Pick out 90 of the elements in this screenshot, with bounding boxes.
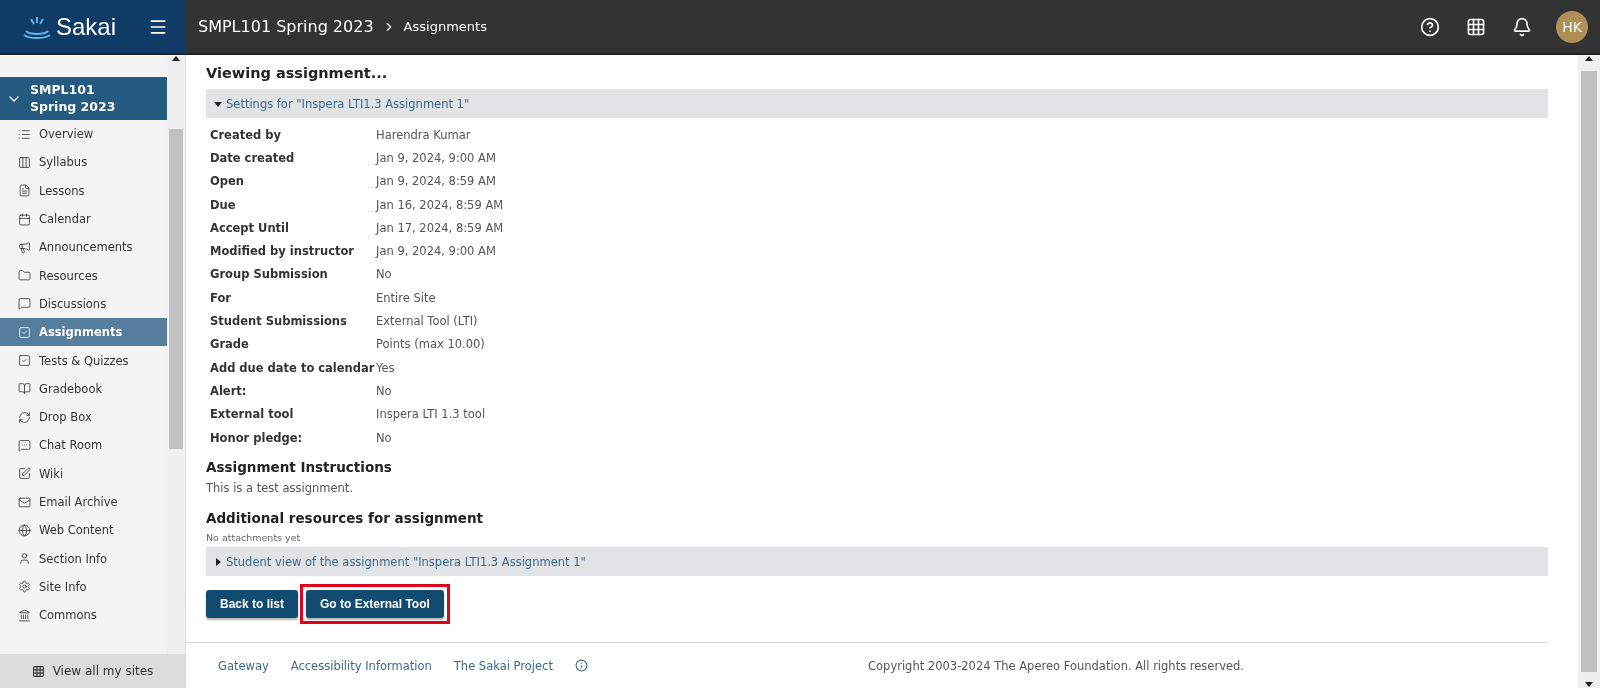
field-label: Grade <box>210 336 250 354</box>
sidebar-item[interactable]: Overview <box>0 120 167 149</box>
columns-icon <box>18 155 31 169</box>
page-title: Viewing assignment... <box>206 65 389 81</box>
footer-link[interactable]: The Sakai Project <box>453 658 553 673</box>
external-tool-button[interactable]: Go to External Tool <box>306 590 444 619</box>
checkbox-icon <box>18 354 31 367</box>
section-heading: Assignment Instructions <box>206 459 393 476</box>
user-icon <box>18 552 31 566</box>
field-value: Jan 9, 2024, 8:59 AM <box>376 173 497 191</box>
field-value: Inspera LTI 1.3 tool <box>376 406 487 424</box>
instructions-text: This is a test assignment. <box>206 481 354 496</box>
sidebar-scrollbar[interactable] <box>167 55 185 654</box>
page-scrollbar[interactable] <box>1578 55 1600 688</box>
field-value: Yes <box>376 359 396 377</box>
scroll-down-icon <box>1585 680 1593 688</box>
sidebar-item[interactable]: Chat Room <box>0 431 167 460</box>
caret-icon <box>214 557 222 566</box>
mail-icon <box>18 495 31 509</box>
checkbox-icon <box>18 325 31 339</box>
sidebar-item[interactable]: Wiki <box>0 459 167 488</box>
field-label: For <box>210 289 232 307</box>
attachments-note: No attachments yet <box>206 532 302 544</box>
field-label: Date created <box>210 149 296 167</box>
site-header[interactable]: SMPL101 Spring 2023 <box>0 77 167 120</box>
field-label: Accept Until <box>210 219 290 237</box>
field-value: No <box>376 429 393 447</box>
field-value: No <box>376 382 393 400</box>
field-label: Add due date to calendar <box>210 359 376 377</box>
building-icon <box>18 608 31 622</box>
field-value: Entire Site <box>376 289 437 307</box>
sidebar-item[interactable]: Discussions <box>0 289 167 319</box>
back-button[interactable]: Back to list <box>206 590 299 619</box>
grid-icon <box>31 664 45 678</box>
sidebar-item[interactable]: Resources <box>0 261 167 290</box>
footer-link[interactable]: Accessibility Information <box>290 658 432 673</box>
field-value: Jan 16, 2024, 8:59 AM <box>376 196 505 214</box>
field-value: Points (max 10.00) <box>376 336 486 354</box>
field-label: Created by <box>210 126 282 144</box>
field-label: Alert: <box>210 382 248 400</box>
breadcrumb-item[interactable]: SMPL101 Spring 2023 <box>198 17 374 36</box>
settings-toggle[interactable]: Settings for "Inspera LTI1.3 Assignment 1" <box>206 89 1548 118</box>
view-all-sites-link[interactable]: View all my sites <box>0 654 185 688</box>
sidebar-item[interactable]: Tests & Quizzes <box>0 346 167 375</box>
field-label: Open <box>210 173 245 191</box>
field-label: External tool <box>210 406 295 424</box>
field-label: Student Submissions <box>210 313 348 330</box>
folder-icon <box>18 269 31 283</box>
field-label: Honor pledge: <box>210 429 304 447</box>
caret-icon <box>214 99 222 108</box>
document-icon <box>18 184 31 198</box>
field-value: Jan 9, 2024, 9:00 AM <box>376 149 497 167</box>
sidebar-item[interactable]: Gradebook <box>0 374 167 403</box>
sidebar-item[interactable]: Site Info <box>0 572 167 602</box>
sidebar-item[interactable]: Syllabus <box>0 148 167 177</box>
logo-icon <box>22 14 52 39</box>
calendar-icon <box>18 212 31 226</box>
sidebar-item[interactable]: Calendar <box>0 204 167 234</box>
list-icon <box>18 127 31 141</box>
refresh-icon <box>18 410 31 424</box>
edit-icon <box>18 467 31 481</box>
student-view-toggle[interactable]: Student view of the assignment "Inspera LTI1.3 Assignment 1" <box>206 547 1548 577</box>
sidebar-item[interactable]: Announcements <box>0 233 167 262</box>
sidebar-item[interactable]: Section Info <box>0 544 167 573</box>
settings-icon <box>18 580 31 594</box>
field-value: Jan 9, 2024, 9:00 AM <box>376 243 497 261</box>
logo-text: Sakai <box>56 12 117 41</box>
info-icon[interactable] <box>574 659 588 672</box>
section-heading: Additional resources for assignment <box>206 510 484 527</box>
chat-icon <box>18 438 31 452</box>
field-value: Jan 17, 2024, 8:59 AM <box>376 219 505 237</box>
sidebar-item[interactable]: Email Archive <box>0 487 167 517</box>
megaphone-icon <box>18 240 31 254</box>
field-label: Group Submission <box>210 266 329 284</box>
copyright-text: Copyright 2003-2024 The Apereo Foundation. All rights reserved. <box>868 658 1244 673</box>
message-icon <box>18 297 31 311</box>
breadcrumb-item: Assignments <box>403 19 487 34</box>
globe-icon <box>18 523 31 537</box>
sidebar-item[interactable]: Web Content <box>0 516 167 545</box>
sidebar-item[interactable]: Commons <box>0 601 167 630</box>
field-value: Harendra Kumar <box>376 126 472 144</box>
sidebar-item[interactable]: Drop Box <box>0 402 167 432</box>
sidebar-item[interactable]: Assignments <box>0 318 167 347</box>
footer-link[interactable]: Gateway <box>218 658 269 673</box>
field-value: No <box>376 266 393 284</box>
field-label: Modified by instructor <box>210 243 356 261</box>
book-icon <box>18 382 31 396</box>
field-value: External Tool (LTI) <box>376 313 479 330</box>
field-label: Due <box>210 196 237 214</box>
sidebar-item[interactable]: Lessons <box>0 176 167 205</box>
